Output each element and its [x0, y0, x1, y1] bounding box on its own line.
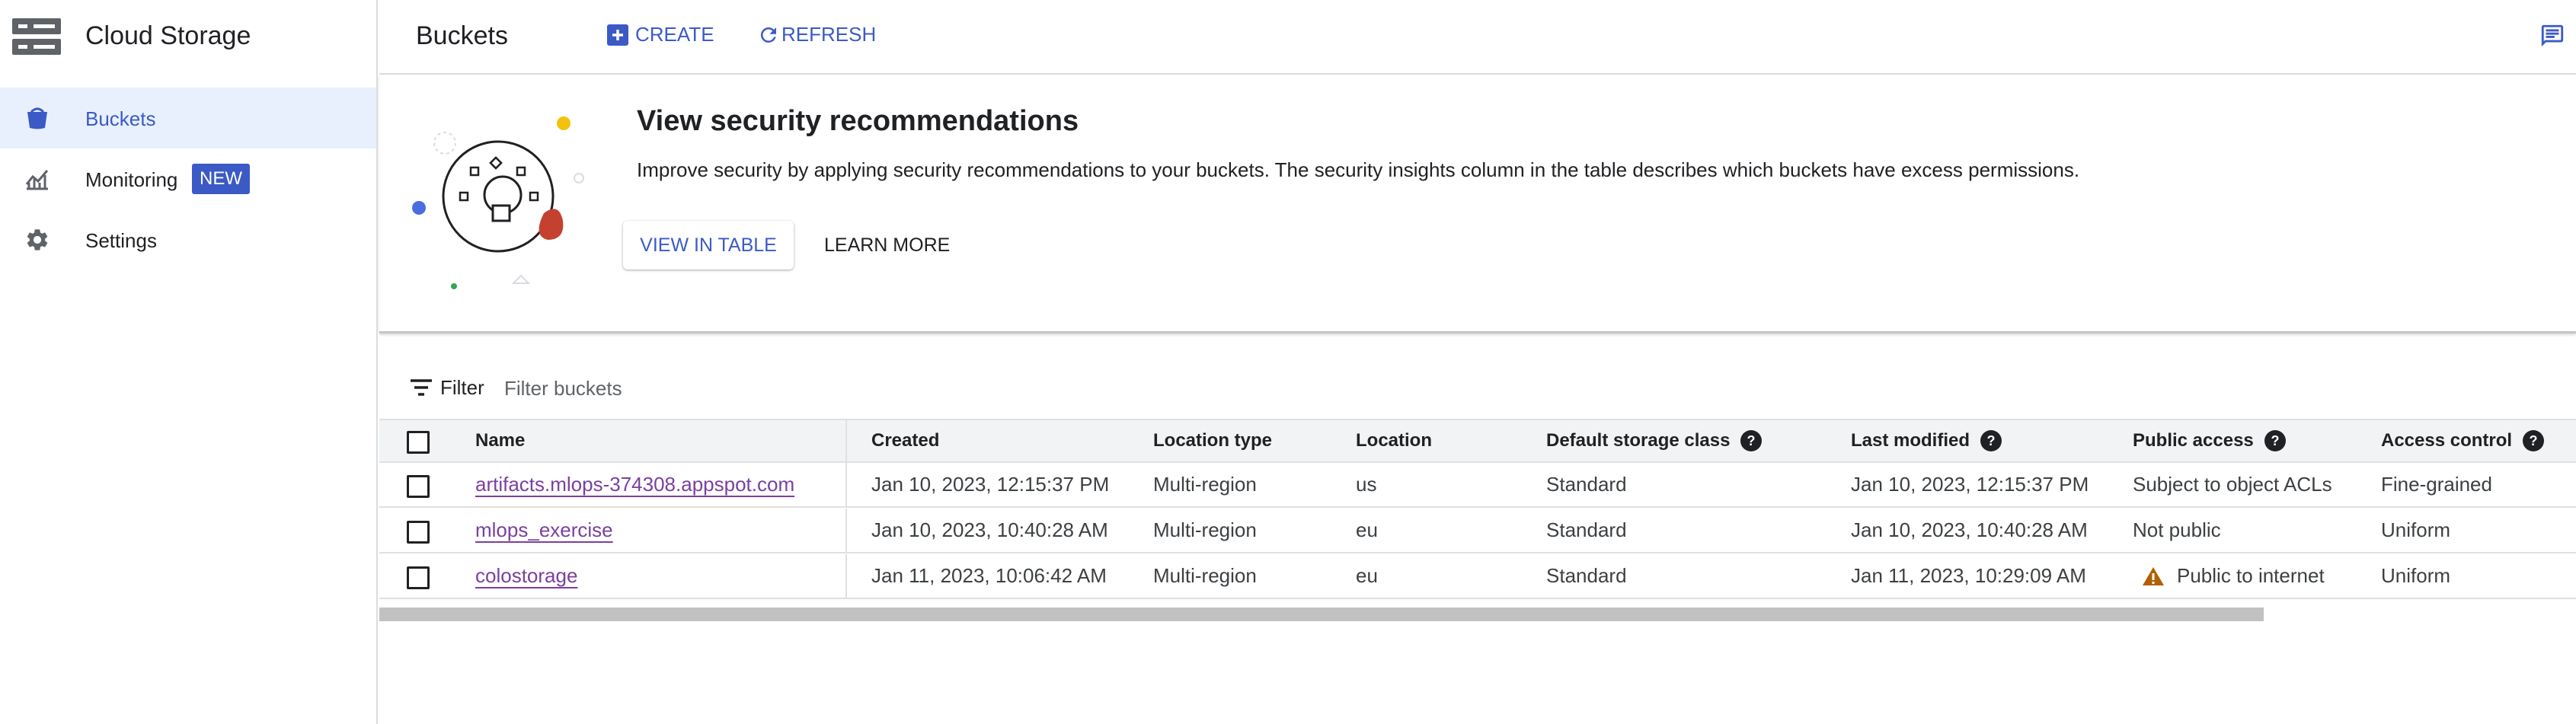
location-type-cell: Multi-region [1153, 518, 1257, 541]
gear-icon [27, 229, 48, 250]
public-access-cell: Public to internet [2142, 554, 2325, 598]
created-cell: Jan 11, 2023, 10:06:42 AM [871, 564, 1107, 587]
access-control-cell: Uniform [2381, 518, 2451, 541]
table-header-row: Name Created Location type Location Defa… [379, 419, 2576, 463]
storage-class-cell: Standard [1546, 518, 1627, 541]
column-header-label: Last modified [1851, 430, 1970, 451]
svg-text:?: ? [2271, 433, 2279, 448]
filter-icon [411, 379, 432, 396]
product-title: Cloud Storage [85, 21, 251, 50]
storage-class-cell: Standard [1546, 473, 1627, 496]
last-modified-cell: Jan 10, 2023, 12:15:37 PM [1851, 473, 2089, 496]
svg-text:?: ? [1987, 433, 1996, 448]
column-header-name[interactable]: Name [475, 420, 525, 461]
banner-description: Improve security by applying security re… [637, 158, 2080, 181]
sidebar-item-buckets[interactable]: Buckets [0, 88, 376, 148]
last-modified-cell: Jan 11, 2023, 10:29:09 AM [1851, 564, 2086, 587]
top-bar: Buckets CREATE REFRESH [379, 0, 2576, 75]
column-header-location-type[interactable]: Location type [1153, 420, 1272, 461]
storage-class-cell: Standard [1546, 564, 1627, 587]
security-banner: View security recommendations Improve se… [379, 75, 2576, 333]
filter-buckets-input[interactable] [504, 375, 961, 402]
column-divider [845, 509, 847, 552]
svg-text:?: ? [1747, 433, 1756, 448]
view-in-table-button[interactable]: VIEW IN TABLE [623, 221, 794, 270]
help-icon[interactable]: ? [2264, 430, 2286, 451]
monitoring-chart-icon [25, 170, 49, 190]
svg-text:?: ? [2530, 433, 2538, 448]
table-row: mlops_exercise Jan 10, 2023, 10:40:28 AM… [379, 509, 2576, 553]
location-type-cell: Multi-region [1153, 564, 1257, 587]
page-title: Buckets [416, 21, 508, 50]
public-access-label: Public to internet [2177, 564, 2325, 587]
location-cell: us [1356, 473, 1377, 496]
sidebar-item-label: Buckets [85, 107, 156, 130]
column-divider [845, 463, 847, 506]
select-all-checkbox[interactable] [407, 431, 430, 454]
column-header-label: Default storage class [1546, 430, 1731, 451]
bucket-name-link[interactable]: artifacts.mlops-374308.appspot.com [475, 473, 794, 496]
add-box-icon [607, 24, 628, 46]
column-header-label: Access control [2381, 430, 2513, 451]
create-button-label: CREATE [635, 23, 714, 46]
column-header-created[interactable]: Created [871, 420, 939, 461]
filter-label: Filter [440, 376, 484, 399]
storage-server-icon [12, 18, 61, 55]
public-access-cell: Subject to object ACLs [2133, 473, 2332, 496]
bucket-name-link[interactable]: mlops_exercise [475, 518, 613, 542]
public-access-cell: Not public [2133, 518, 2221, 541]
row-checkbox[interactable] [407, 475, 430, 498]
bucket-icon [27, 107, 47, 129]
create-button[interactable]: CREATE [606, 23, 714, 46]
refresh-button[interactable]: REFRESH [757, 23, 876, 46]
column-divider[interactable] [845, 420, 847, 461]
lightbulb-illustration-icon [412, 116, 584, 289]
location-cell: eu [1356, 564, 1378, 587]
location-cell: eu [1356, 518, 1378, 541]
location-type-cell: Multi-region [1153, 473, 1257, 496]
feedback-button[interactable] [2538, 23, 2576, 53]
refresh-button-label: REFRESH [781, 23, 877, 46]
column-header-location[interactable]: Location [1356, 420, 1432, 461]
new-badge: NEW [192, 164, 250, 194]
row-checkbox[interactable] [407, 521, 430, 544]
created-cell: Jan 10, 2023, 12:15:37 PM [871, 473, 1110, 496]
column-header-access-control[interactable]: Access control ? [2381, 420, 2545, 461]
table-row: colostorage Jan 11, 2023, 10:06:42 AM Mu… [379, 554, 2576, 599]
sidebar-item-label: Monitoring [85, 168, 178, 191]
banner-title: View security recommendations [637, 105, 1079, 137]
sidebar-item-settings[interactable]: Settings [0, 209, 376, 270]
created-cell: Jan 10, 2023, 10:40:28 AM [871, 518, 1108, 541]
help-icon[interactable]: ? [2523, 430, 2545, 451]
learn-more-button[interactable]: LEARN MORE [824, 221, 950, 270]
table-row: artifacts.mlops-374308.appspot.com Jan 1… [379, 463, 2576, 508]
bucket-name-link[interactable]: colostorage [475, 564, 577, 588]
column-header-storage-class[interactable]: Default storage class ? [1546, 420, 1763, 461]
access-control-cell: Uniform [2381, 564, 2451, 587]
column-divider [845, 554, 847, 598]
warning-icon [2143, 566, 2164, 585]
sidebar-item-monitoring[interactable]: Monitoring NEW [0, 148, 376, 209]
last-modified-cell: Jan 10, 2023, 10:40:28 AM [1851, 518, 2088, 541]
column-header-label: Public access [2133, 430, 2254, 451]
help-icon[interactable]: ? [1740, 430, 1763, 451]
filter-bar: Filter [379, 365, 2576, 411]
access-control-cell: Fine-grained [2381, 473, 2492, 496]
sidebar-item-label: Settings [85, 229, 157, 252]
help-icon[interactable]: ? [1980, 430, 2002, 451]
column-header-last-modified[interactable]: Last modified ? [1851, 420, 2002, 461]
scrollbar-thumb[interactable] [379, 608, 2264, 621]
horizontal-scrollbar[interactable] [379, 608, 2264, 621]
sidebar: Cloud Storage Buckets Monitoring NEW Set… [0, 0, 378, 724]
feedback-icon [2541, 24, 2564, 47]
row-checkbox[interactable] [407, 566, 430, 589]
sidebar-header: Cloud Storage [0, 0, 376, 73]
refresh-icon [760, 27, 776, 43]
column-header-public-access[interactable]: Public access ? [2133, 420, 2286, 461]
